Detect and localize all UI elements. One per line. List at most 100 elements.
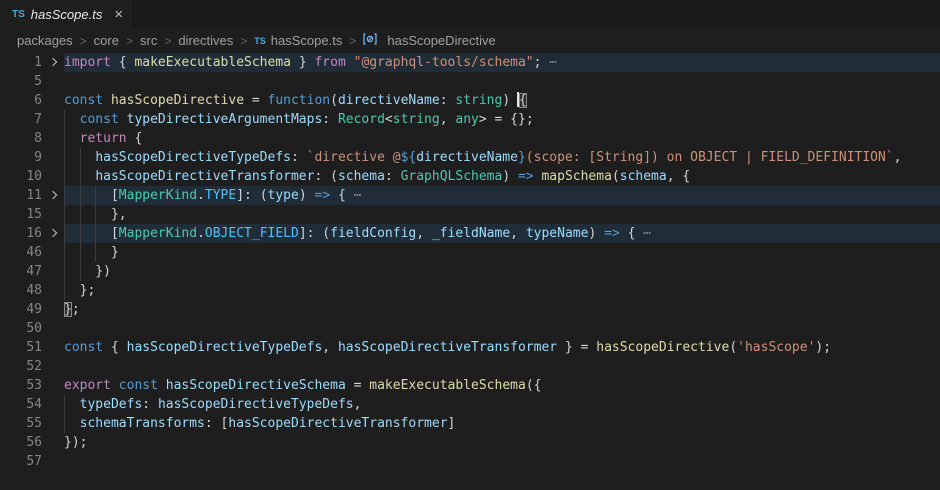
code-line: 9 hasScopeDirectiveTypeDefs: `directive … (0, 148, 940, 167)
token-pn: ( (612, 169, 620, 184)
fold-chevron-icon[interactable] (49, 229, 57, 237)
indent-guide (80, 224, 81, 243)
tab-hasscope[interactable]: TS hasScope.ts × (0, 0, 134, 28)
breadcrumb-file-label: hasScope.ts (271, 33, 343, 48)
code-line: 5 (0, 72, 940, 91)
token-kw: const (119, 378, 158, 393)
code-line: 48 }; (0, 281, 940, 300)
code-text: const hasScopeDirective = function(direc… (64, 91, 940, 110)
code-line: 6const hasScopeDirective = function(dire… (0, 91, 940, 110)
token-kw: const (64, 340, 103, 355)
token-type: MapperKind (119, 226, 197, 241)
token-pn: } (291, 55, 314, 70)
token-type: MapperKind (119, 188, 197, 203)
fold-ellipsis[interactable]: ⋯ (541, 55, 557, 70)
line-number: 8 (0, 129, 42, 148)
indent-guide (64, 414, 65, 433)
token-str: 'hasScope' (737, 340, 815, 355)
line-number: 56 (0, 433, 42, 452)
token-type: any (455, 112, 478, 127)
gutter: 57 (0, 452, 64, 471)
close-icon[interactable]: × (114, 7, 123, 22)
indent-guide (64, 205, 65, 224)
code-line: 52 (0, 357, 940, 376)
gutter: 10 (0, 167, 64, 186)
token-pn: } (64, 245, 119, 260)
gutter: 49 (0, 300, 64, 319)
fold-chevron-icon[interactable] (49, 58, 57, 66)
line-number: 54 (0, 395, 42, 414)
code-line: 53export const hasScopeDirectiveSchema =… (0, 376, 940, 395)
code-line: 47 }) (0, 262, 940, 281)
gutter: 1 (0, 53, 64, 72)
token-pn: ( (330, 93, 338, 108)
line-number: 16 (0, 224, 42, 243)
breadcrumb-item-directives[interactable]: directives (178, 33, 233, 48)
token-pn: : (322, 112, 338, 127)
breadcrumb-item-packages[interactable]: packages (17, 33, 73, 48)
code-line: 54 typeDefs: hasScopeDirectiveTypeDefs, (0, 395, 940, 414)
indent-guide (64, 148, 65, 167)
token-pn (64, 112, 80, 127)
token-pn: [ (64, 226, 119, 241)
token-pn: { (127, 131, 143, 146)
gutter: 5 (0, 72, 64, 91)
token-pn: : (440, 93, 456, 108)
token-str: (scope: [String]) on OBJECT | FIELD_DEFI… (526, 150, 894, 165)
token-pn: , (894, 150, 902, 165)
code-line: 51const { hasScopeDirectiveTypeDefs, has… (0, 338, 940, 357)
fold-ellipsis[interactable]: ⋯ (346, 188, 362, 203)
line-number: 52 (0, 357, 42, 376)
line-number: 55 (0, 414, 42, 433)
indent-guide (64, 186, 65, 205)
fold-chevron-icon[interactable] (49, 191, 57, 199)
token-pn: , (322, 340, 338, 355)
token-pn: , (440, 112, 456, 127)
gutter: 46 (0, 243, 64, 262)
token-var: hasScopeDirectiveTypeDefs (127, 340, 323, 355)
code-line: 57 (0, 452, 940, 471)
breadcrumb-item-file[interactable]: TS hasScope.ts (254, 33, 342, 48)
code-line: 46 } (0, 243, 940, 262)
gutter: 15 (0, 205, 64, 224)
token-pn: ) (502, 169, 518, 184)
gutter: 9 (0, 148, 64, 167)
line-number: 50 (0, 319, 42, 338)
line-number: 7 (0, 110, 42, 129)
code-editor[interactable]: 1import { makeExecutableSchema } from "@… (0, 53, 940, 471)
token-var: typeDefs (80, 397, 143, 412)
gutter: 50 (0, 319, 64, 338)
line-number: 5 (0, 72, 42, 91)
token-pn: }); (64, 435, 87, 450)
token-ctl: import (64, 55, 111, 70)
gutter: 54 (0, 395, 64, 414)
indent-guide (64, 129, 65, 148)
code-line: 11 [MapperKind.TYPE]: (type) => { ⋯ (0, 186, 940, 205)
breadcrumb-symbol-label: hasScopeDirective (387, 33, 495, 48)
token-type: Record (338, 112, 385, 127)
folded-region-line: [MapperKind.OBJECT_FIELD]: (fieldConfig,… (64, 224, 940, 243)
gutter: 53 (0, 376, 64, 395)
gutter: 8 (0, 129, 64, 148)
token-pn: , (354, 397, 362, 412)
chevron-right-icon: > (126, 34, 133, 48)
breadcrumb-item-core[interactable]: core (94, 33, 119, 48)
line-number: 57 (0, 452, 42, 471)
breadcrumb-item-src[interactable]: src (140, 33, 157, 48)
folded-region-line: [MapperKind.TYPE]: (type) => { ⋯ (64, 186, 940, 205)
token-pn: } = (557, 340, 596, 355)
line-number: 11 (0, 186, 42, 205)
token-var: fieldConfig (330, 226, 416, 241)
code-text: hasScopeDirectiveTransformer: (schema: G… (64, 167, 940, 186)
fold-ellipsis[interactable]: ⋯ (635, 226, 651, 241)
token-var: hasScopeDirectiveTypeDefs (95, 150, 291, 165)
breadcrumb-item-symbol[interactable]: hasScopeDirective (363, 33, 495, 48)
indent-guide (64, 395, 65, 414)
token-type: string (455, 93, 502, 108)
token-kw: const (64, 93, 103, 108)
token-pn: , (416, 226, 432, 241)
code-line: 10 hasScopeDirectiveTransformer: (schema… (0, 167, 940, 186)
gutter: 55 (0, 414, 64, 433)
token-pn (64, 131, 80, 146)
code-text: typeDefs: hasScopeDirectiveTypeDefs, (64, 395, 940, 414)
